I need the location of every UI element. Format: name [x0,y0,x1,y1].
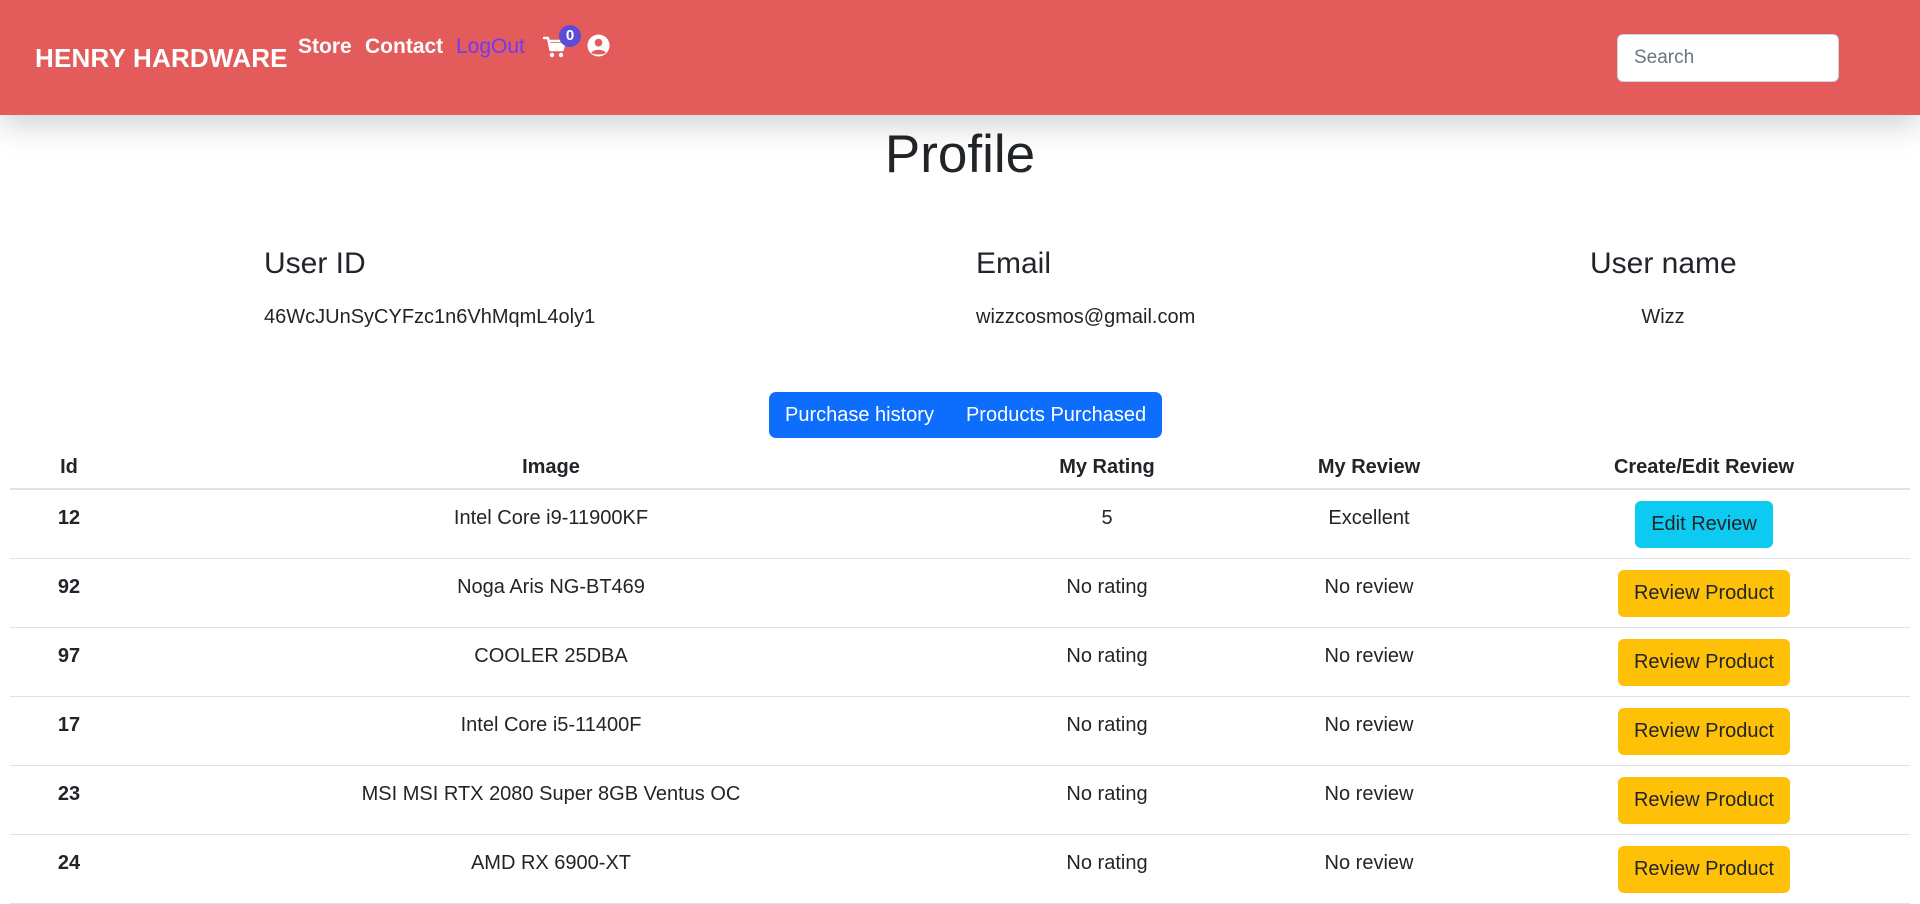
column-header-image: Image [128,446,974,490]
row-review-text: No review [1324,645,1414,667]
row-action: Edit Review [1498,489,1910,559]
purchase-history-button[interactable]: Purchase history [769,392,950,438]
row-rating-text: No rating [1066,714,1148,736]
row-action: Review Product [1498,765,1910,835]
review-product-button[interactable]: Review Product [1617,708,1791,755]
row-id: 92 [10,558,128,628]
row-rating: No rating [974,765,1240,835]
brand-logo[interactable]: HENRY HARDWARE [35,43,288,74]
row-id-text: 92 [57,576,81,598]
row-product-text: AMD RX 6900-XT [470,852,632,874]
row-id: 23 [10,765,128,835]
products-purchased-button[interactable]: Products Purchased [949,392,1163,438]
cart-count-badge: 0 [559,25,581,47]
row-review-text: No review [1324,852,1414,874]
row-id-text: 17 [57,714,81,736]
row-rating-text: No rating [1066,852,1148,874]
row-product: Intel Core i5-11400F [128,696,974,766]
row-product: MSI MSI RTX 2080 Super 8GB Ventus OC [128,765,974,835]
nav-contact-link[interactable]: Contact [365,35,443,59]
row-action: Review Product [1498,558,1910,628]
email-label: Email [976,247,1052,280]
user-id-value: 46WcJUnSyCYFzc1n6VhMqmL4oly1 [264,306,596,328]
row-review: No review [1240,696,1498,766]
column-header-action: Create/Edit Review [1498,446,1910,490]
row-rating-text: No rating [1066,645,1148,667]
row-id-text: 24 [57,852,81,874]
column-header-id: Id [10,446,128,490]
row-product: AMD RX 6900-XT [128,834,974,904]
reviews-table: Id Image My Rating My Review Create/Edit… [10,446,1910,904]
row-rating: No rating [974,696,1240,766]
column-header-review: My Review [1240,446,1498,490]
row-review: Excellent [1240,489,1498,559]
cart-button[interactable]: 0 [543,25,581,66]
nav-store-link[interactable]: Store [298,35,352,59]
column-header-rating: My Rating [974,446,1240,490]
review-product-button[interactable]: Review Product [1617,846,1791,893]
row-id-text: 97 [57,645,81,667]
user-id-label: User ID [264,247,366,280]
row-product-text: COOLER 25DBA [474,645,628,667]
edit-review-button[interactable]: Edit Review [1635,501,1773,548]
row-product-text: MSI MSI RTX 2080 Super 8GB Ventus OC [361,783,741,805]
table-row: 24 AMD RX 6900-XT No rating No review Re… [10,834,1910,904]
row-id: 97 [10,627,128,697]
review-product-button[interactable]: Review Product [1617,570,1791,617]
row-rating-text: 5 [1101,507,1113,529]
row-id: 12 [10,489,128,559]
table-row: 12 Intel Core i9-11900KF 5 Excellent Edi… [10,489,1910,559]
row-id: 24 [10,834,128,904]
table-row: 17 Intel Core i5-11400F No rating No rev… [10,696,1910,766]
table-row: 92 Noga Aris NG-BT469 No rating No revie… [10,558,1910,628]
table-row: 97 COOLER 25DBA No rating No review Revi… [10,627,1910,697]
username-label: User name [1590,247,1737,280]
row-product: COOLER 25DBA [128,627,974,697]
review-product-button[interactable]: Review Product [1617,639,1791,686]
user-circle-icon[interactable] [587,34,610,62]
row-product-text: Noga Aris NG-BT469 [457,576,645,598]
table-row: 23 MSI MSI RTX 2080 Super 8GB Ventus OC … [10,765,1910,835]
row-action: Review Product [1498,696,1910,766]
row-review-text: No review [1324,576,1414,598]
table-body: 12 Intel Core i9-11900KF 5 Excellent Edi… [10,489,1910,904]
row-rating: 5 [974,489,1240,559]
row-product-text: Intel Core i9-11900KF [453,507,649,529]
username-value: Wizz [1641,306,1685,328]
review-product-button[interactable]: Review Product [1617,777,1791,824]
row-action: Review Product [1498,627,1910,697]
row-action: Review Product [1498,834,1910,904]
profile-tabs: Purchase history Products Purchased [769,392,1163,438]
row-review: No review [1240,834,1498,904]
row-id-text: 12 [57,507,81,529]
nav-logout-link[interactable]: LogOut [456,35,525,59]
search-input[interactable] [1617,34,1839,82]
email-value: wizzcosmos@gmail.com [976,306,1196,328]
row-review-text: Excellent [1328,507,1410,529]
table-header-row: Id Image My Rating My Review Create/Edit… [10,446,1910,490]
row-rating-text: No rating [1066,576,1148,598]
row-rating: No rating [974,558,1240,628]
row-review-text: No review [1324,714,1414,736]
row-product: Noga Aris NG-BT469 [128,558,974,628]
top-navbar: HENRY HARDWARE Store Contact LogOut 0 [0,0,1920,115]
page-title: Profile [884,125,1036,184]
row-product: Intel Core i9-11900KF [128,489,974,559]
row-id-text: 23 [57,783,81,805]
row-review: No review [1240,765,1498,835]
row-rating-text: No rating [1066,783,1148,805]
row-rating: No rating [974,834,1240,904]
row-review: No review [1240,558,1498,628]
row-rating: No rating [974,627,1240,697]
row-product-text: Intel Core i5-11400F [460,714,642,736]
row-review: No review [1240,627,1498,697]
row-review-text: No review [1324,783,1414,805]
row-id: 17 [10,696,128,766]
